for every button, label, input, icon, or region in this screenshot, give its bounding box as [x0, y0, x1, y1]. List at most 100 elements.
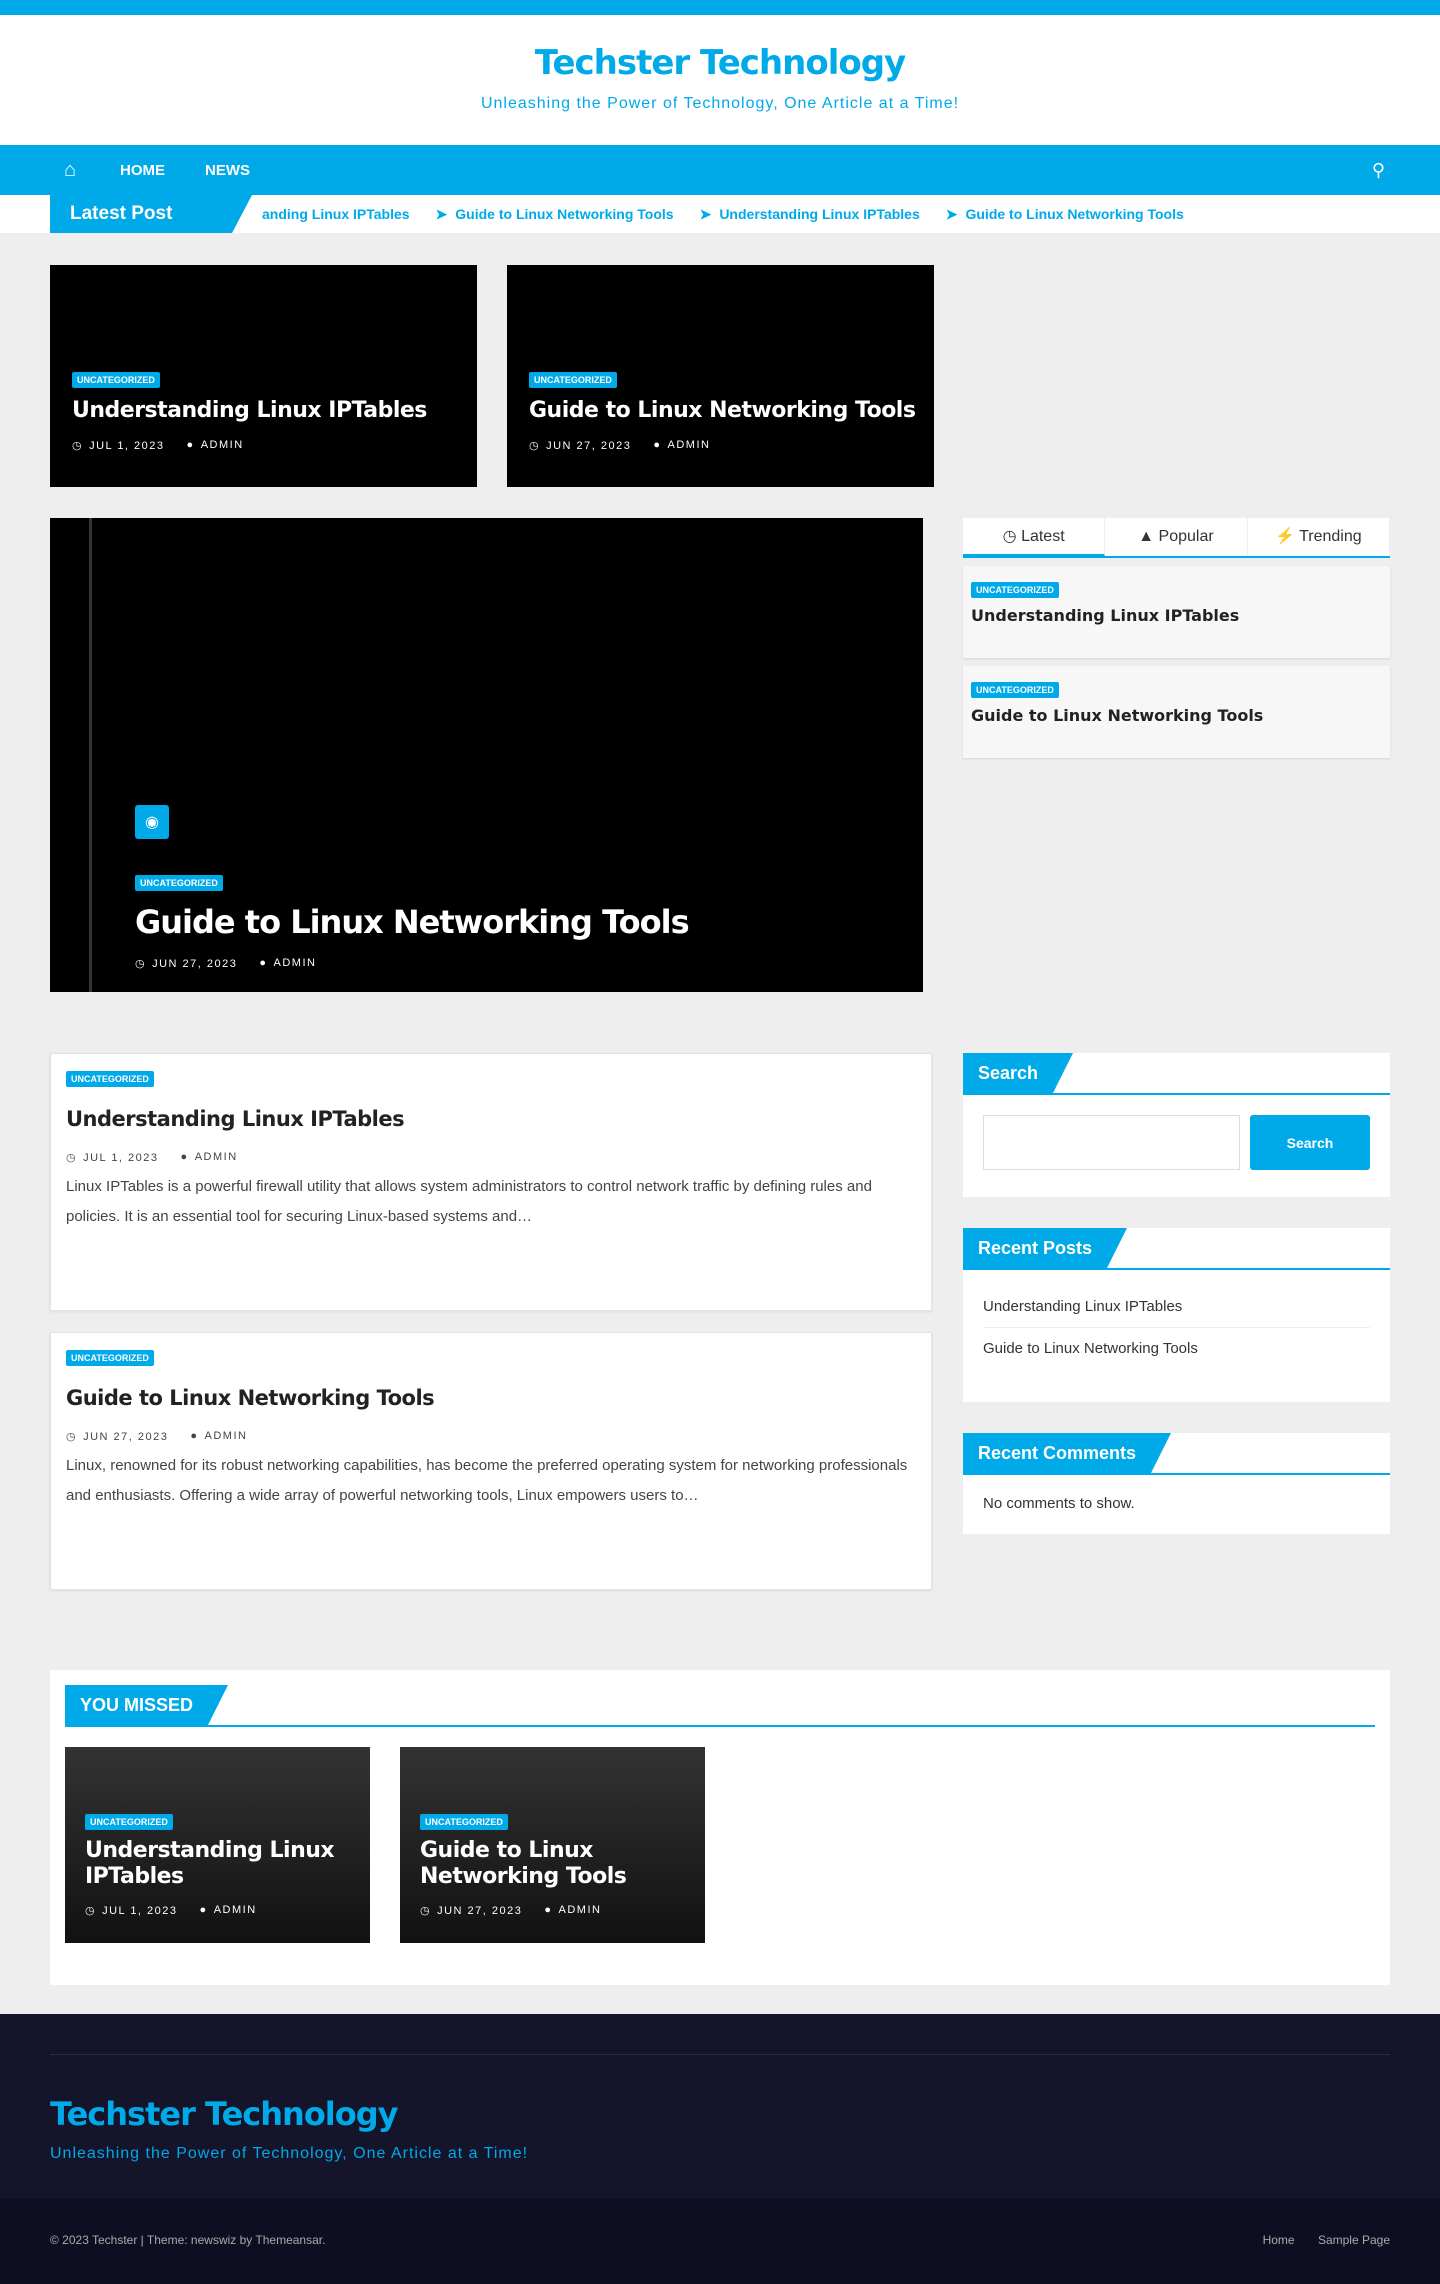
category-badge[interactable]: UNCATEGORIZED: [529, 372, 617, 388]
bolt-icon: ⚡: [1275, 528, 1300, 545]
ticker-item[interactable]: anding Linux IPTables: [262, 206, 410, 223]
tab-popular[interactable]: ▲ Popular: [1105, 518, 1248, 556]
home-icon[interactable]: ⌂: [50, 145, 90, 195]
you-missed-section: YOU MISSED UNCATEGORIZED Understanding L…: [50, 1670, 1390, 1985]
post-author[interactable]: ADMIN: [205, 1430, 248, 1442]
post-date[interactable]: JUN 27, 2023: [546, 440, 631, 452]
search-button[interactable]: Search: [1250, 1115, 1370, 1170]
clock-icon: ◷: [1002, 528, 1022, 545]
clock-icon: ◷: [420, 1905, 432, 1917]
search-input[interactable]: [983, 1115, 1240, 1170]
search-icon[interactable]: ⚲: [1372, 160, 1385, 181]
missed-card[interactable]: UNCATEGORIZED Understanding Linux IPTabl…: [65, 1747, 370, 1943]
user-icon: ●: [259, 957, 268, 969]
site-footer: Techster Technology Unleashing the Power…: [0, 2014, 1440, 2199]
post-title[interactable]: Understanding Linux IPTables: [66, 1107, 916, 1131]
ticker-label: Latest Post: [50, 195, 252, 233]
post-excerpt: Linux, renowned for its robust networkin…: [66, 1457, 908, 1504]
copyright-bar: © 2023 Techster | Theme: newswiz by Them…: [0, 2199, 1440, 2284]
post-date[interactable]: JUN 27, 2023: [83, 1431, 168, 1443]
user-icon: ●: [199, 1904, 208, 1916]
category-badge[interactable]: UNCATEGORIZED: [971, 582, 1059, 598]
post-card: UNCATEGORIZED Understanding Linux IPTabl…: [50, 1053, 932, 1311]
post-author[interactable]: ADMIN: [214, 1904, 257, 1916]
tab-latest[interactable]: ◷ Latest: [963, 518, 1106, 556]
tab-post-item[interactable]: UNCATEGORIZED Understanding Linux IPTabl…: [963, 566, 1390, 658]
clock-icon: ◷: [529, 440, 541, 452]
widget-title: Recent Posts: [963, 1228, 1128, 1268]
arrow-circle-icon: ➤: [945, 205, 958, 222]
post-date[interactable]: JUL 1, 2023: [89, 440, 164, 452]
tab-post-title[interactable]: Guide to Linux Networking Tools: [971, 706, 1382, 725]
tab-trending[interactable]: ⚡ Trending: [1248, 518, 1390, 556]
featured-title[interactable]: Guide to Linux Networking Tools: [529, 398, 916, 423]
post-excerpt: Linux IPTables is a powerful firewall ut…: [66, 1178, 872, 1225]
post-date[interactable]: JUL 1, 2023: [83, 1152, 158, 1164]
missed-card[interactable]: UNCATEGORIZED Guide to Linux Networking …: [400, 1747, 705, 1943]
recent-post-link[interactable]: Understanding Linux IPTables: [983, 1286, 1370, 1328]
ticker-items: anding Linux IPTables ➤ Guide to Linux Ne…: [262, 206, 1210, 223]
post-author[interactable]: ADMIN: [201, 439, 244, 451]
recent-posts-widget: Recent Posts Understanding Linux IPTable…: [963, 1228, 1390, 1402]
post-author[interactable]: ADMIN: [274, 957, 317, 969]
post-title[interactable]: Guide to Linux Networking Tools: [66, 1386, 916, 1410]
fire-icon: ▲: [1138, 528, 1159, 545]
user-icon: ●: [190, 1430, 199, 1442]
search-widget: Search Search: [963, 1053, 1390, 1197]
slider-divider: [89, 518, 92, 992]
clock-icon: ◷: [85, 1905, 97, 1917]
recent-comments-widget: Recent Comments No comments to show.: [963, 1433, 1390, 1534]
missed-title[interactable]: Guide to Linux Networking Tools: [420, 1838, 705, 1890]
nav-news[interactable]: NEWS: [205, 162, 250, 179]
section-title: YOU MISSED: [65, 1685, 229, 1725]
clock-icon: ◷: [72, 440, 84, 452]
category-badge[interactable]: UNCATEGORIZED: [420, 1814, 508, 1830]
missed-title[interactable]: Understanding Linux IPTables: [85, 1838, 370, 1890]
ticker-item[interactable]: ➤ Understanding Linux IPTables: [700, 206, 920, 223]
nav-home[interactable]: HOME: [120, 162, 165, 179]
category-badge[interactable]: UNCATEGORIZED: [85, 1814, 173, 1830]
footer-link-sample-page[interactable]: Sample Page: [1318, 2233, 1390, 2247]
latest-post-ticker: Latest Post anding Linux IPTables ➤ Guide…: [0, 195, 1440, 233]
hero-slider[interactable]: ◉ UNCATEGORIZED Guide to Linux Networkin…: [50, 518, 923, 992]
clock-icon: ◷: [66, 1152, 78, 1164]
ticker-item[interactable]: ➤ Guide to Linux Networking Tools: [436, 206, 674, 223]
post-author[interactable]: ADMIN: [668, 439, 711, 451]
tab-post-title[interactable]: Understanding Linux IPTables: [971, 606, 1382, 625]
footer-site-title[interactable]: Techster Technology: [50, 2095, 1390, 2133]
camera-icon: ◉: [135, 805, 169, 839]
category-badge[interactable]: UNCATEGORIZED: [66, 1350, 154, 1366]
post-tabs-widget: ◷ Latest ▲ Popular ⚡ Trending UNCATEGORI…: [963, 518, 1390, 758]
copyright-text: © 2023 Techster | Theme: newswiz by Them…: [50, 2233, 326, 2247]
widget-title: Search: [963, 1053, 1074, 1093]
featured-card[interactable]: UNCATEGORIZED Understanding Linux IPTabl…: [50, 265, 477, 487]
category-badge[interactable]: UNCATEGORIZED: [72, 372, 160, 388]
no-comments-text: No comments to show.: [983, 1495, 1135, 1512]
site-header: Techster Technology Unleashing the Power…: [0, 15, 1440, 145]
ticker-item[interactable]: ➤ Guide to Linux Networking Tools: [946, 206, 1184, 223]
post-date[interactable]: JUL 1, 2023: [102, 1905, 177, 1917]
user-icon: ●: [653, 439, 662, 451]
hero-title[interactable]: Guide to Linux Networking Tools: [135, 903, 690, 941]
featured-posts: UNCATEGORIZED Understanding Linux IPTabl…: [50, 265, 934, 487]
category-badge[interactable]: UNCATEGORIZED: [135, 875, 223, 891]
post-date[interactable]: JUN 27, 2023: [152, 958, 237, 970]
category-badge[interactable]: UNCATEGORIZED: [971, 682, 1059, 698]
featured-title[interactable]: Understanding Linux IPTables: [72, 398, 427, 423]
clock-icon: ◷: [135, 958, 147, 970]
post-date[interactable]: JUN 27, 2023: [437, 1905, 522, 1917]
post-author[interactable]: ADMIN: [559, 1904, 602, 1916]
tab-post-item[interactable]: UNCATEGORIZED Guide to Linux Networking …: [963, 666, 1390, 758]
top-accent-bar: [0, 0, 1440, 15]
post-author[interactable]: ADMIN: [195, 1151, 238, 1163]
clock-icon: ◷: [66, 1431, 78, 1443]
site-title[interactable]: Techster Technology: [0, 43, 1440, 83]
footer-link-home[interactable]: Home: [1263, 2233, 1295, 2247]
featured-card[interactable]: UNCATEGORIZED Guide to Linux Networking …: [507, 265, 934, 487]
user-icon: ●: [544, 1904, 553, 1916]
footer-tagline: Unleashing the Power of Technology, One …: [50, 2145, 529, 2162]
recent-post-link[interactable]: Guide to Linux Networking Tools: [983, 1328, 1370, 1369]
footer-divider: [50, 2054, 1390, 2055]
category-badge[interactable]: UNCATEGORIZED: [66, 1071, 154, 1087]
site-tagline: Unleashing the Power of Technology, One …: [480, 95, 960, 112]
